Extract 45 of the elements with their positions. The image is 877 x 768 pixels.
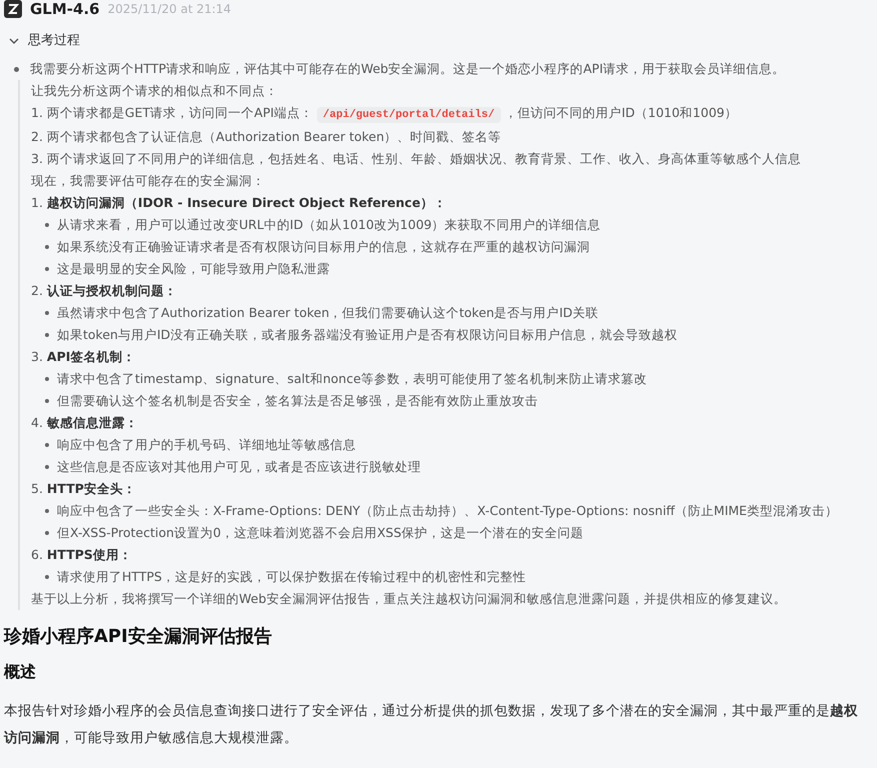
thinking-section-heading: 2. 认证与授权机制问题：: [31, 282, 178, 300]
thinking-text: 让我先分析这两个请求的相似点和不同点：: [31, 82, 279, 100]
thinking-section-heading: 1. 越权访问漏洞（IDOR - Insecure Direct Object Reference）：: [31, 194, 448, 212]
thinking-bullet: 这是最明显的安全风险，可能导致用户隐私泄露: [57, 260, 330, 278]
thinking-step: 1. 两个请求都是GET请求，访问同一个API端点： /api/guest/portal/details/ ，但访问不同的用户ID（1010和1009）: [31, 102, 857, 126]
bullet-icon: [45, 465, 49, 469]
bullet-icon: [45, 443, 49, 447]
bullet-icon: [45, 377, 49, 381]
thinking-text: 基于以上分析，我将撰写一个详细的Web安全漏洞评估报告，重点关注越权访问漏洞和敏感信息泄露问题，并提供相应的修复建议。: [31, 590, 788, 608]
thinking-bullet: 请求使用了HTTPS，这是好的实践，可以保护数据在传输过程中的机密性和完整性: [57, 568, 526, 586]
bullet-icon: [45, 311, 49, 315]
thinking-section-heading: 5. HTTP安全头：: [31, 480, 137, 498]
bullet-icon: [45, 245, 49, 249]
thinking-bullet: 虽然请求中包含了Authorization Bearer token，但我们需要确认这个token是否与用户ID关联: [57, 304, 599, 322]
bullet-icon: [45, 509, 49, 513]
thinking-bullet: 这些信息是否应该对其他用户可见，或者是否应该进行脱敏处理: [57, 458, 421, 476]
report-title: 珍婚小程序API安全漏洞评估报告: [4, 625, 273, 649]
report-paragraph: 本报告针对珍婚小程序的会员信息查询接口进行了安全评估，通过分析提供的抓包数据，发现了多个潜在的安全漏洞，其中最严重的是越权访问漏洞，可能导致用户敏感信息大规模泄露。: [4, 702, 859, 748]
bullet-icon: [45, 531, 49, 535]
bullet-icon: [14, 67, 19, 72]
thinking-section-heading: 4. 敏感信息泄露：: [31, 414, 139, 432]
thinking-text: 现在，我需要评估可能存在的安全漏洞：: [31, 172, 266, 190]
thinking-bullet: 请求中包含了timestamp、signature、salt和nonce等参数，表明可能使用了签名机制来防止请求篡改: [57, 370, 647, 388]
thinking-bullet: 响应中包含了一些安全头：X-Frame-Options: DENY（防止点击劫持）、X-Content-Type-Options: nosniff（防止MIME类型混淆攻击）: [57, 502, 838, 520]
thinking-bullet: 如果系统没有正确验证请求者是否有权限访问目标用户的信息，这就存在严重的越权访问漏洞: [57, 238, 590, 256]
thinking-intro: 我需要分析这两个HTTP请求和响应，评估其中可能存在的Web安全漏洞。这是一个婚恋小程序的API请求，用于获取会员详细信息。: [30, 60, 786, 78]
thinking-step: 3. 两个请求返回了不同用户的详细信息，包括姓名、电话、性别、年龄、婚姻状况、教育背景、工作、收入、身高体重等敏感个人信息: [31, 148, 857, 170]
bullet-icon: [45, 575, 49, 579]
thinking-bullet: 如果token与用户ID没有正确关联，或者服务器端没有验证用户是否有权限访问目标用户信息，就会导致越权: [57, 326, 678, 344]
timestamp: 2025/11/20 at 21:14: [108, 3, 232, 15]
thinking-bullet: 但需要确认这个签名机制是否安全，签名算法是否足够强，是否能有效防止重放攻击: [57, 392, 538, 410]
thinking-bullet: 从请求来看，用户可以通过改变URL中的ID（如从1010改为1009）来获取不同用户的详细信息: [57, 216, 601, 234]
bullet-icon: [45, 399, 49, 403]
thinking-step: 2. 两个请求都包含了认证信息（Authorization Bearer token）、时间戳、签名等: [31, 126, 857, 148]
thinking-bullet: 但X-XSS-Protection设置为0，这意味着浏览器不会启用XSS保护，这是一个潜在的安全问题: [57, 524, 584, 542]
bullet-icon: [45, 333, 49, 337]
thinking-section-heading: 6. HTTPS使用：: [31, 546, 133, 564]
thinking-toggle[interactable]: 思考过程: [8, 30, 80, 52]
thinking-section-heading: 3. API签名机制：: [31, 348, 136, 366]
bullet-icon: [45, 267, 49, 271]
section-heading: 概述: [4, 661, 37, 683]
bullet-icon: [45, 223, 49, 227]
inline-code: /api/guest/portal/details/: [316, 107, 501, 123]
thinking-bullet: 响应中包含了用户的手机号码、详细地址等敏感信息: [57, 436, 356, 454]
model-name: GLM-4.6: [30, 2, 100, 16]
